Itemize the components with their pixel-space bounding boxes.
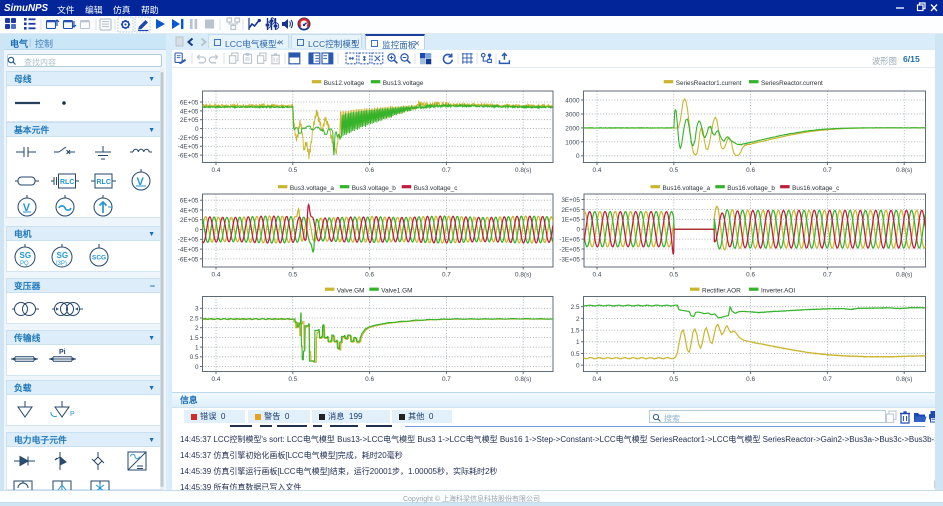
svg-text:Bus16.voltage_a: Bus16.voltage_a	[663, 185, 711, 192]
svg-text:2.5: 2.5	[571, 304, 580, 311]
svg-text:0.4: 0.4	[593, 167, 602, 174]
svg-text:Bus13.voltage: Bus13.voltage	[383, 80, 424, 87]
svg-text:Valve.GM: Valve.GM	[337, 288, 365, 295]
svg-text:-2E+05: -2E+05	[178, 135, 199, 142]
svg-text:0.7: 0.7	[442, 376, 451, 383]
svg-text:Bus16.voltage_c: Bus16.voltage_c	[792, 185, 840, 192]
svg-text:3: 3	[195, 306, 199, 313]
svg-text:6E+05: 6E+05	[180, 99, 199, 106]
svg-text:0: 0	[195, 126, 199, 133]
svg-text:SeriesReactor1.current: SeriesReactor1.current	[676, 80, 742, 87]
svg-text:4E+05: 4E+05	[180, 207, 199, 214]
svg-text:1E+05: 1E+05	[561, 217, 580, 224]
svg-text:0.4: 0.4	[212, 167, 221, 174]
svg-text:0.6: 0.6	[365, 167, 374, 174]
svg-text:0.6: 0.6	[746, 167, 755, 174]
svg-text:0.8(s): 0.8(s)	[515, 272, 531, 279]
svg-text:0.5: 0.5	[669, 376, 678, 383]
svg-text:Bus16.voltage_b: Bus16.voltage_b	[727, 185, 775, 192]
svg-text:Rectifier.AOR: Rectifier.AOR	[702, 288, 741, 295]
svg-text:-4E+05: -4E+05	[178, 247, 199, 254]
svg-text:0.4: 0.4	[212, 376, 221, 383]
svg-text:0.6: 0.6	[365, 376, 374, 383]
svg-text:0.6: 0.6	[365, 272, 374, 279]
svg-text:0.5: 0.5	[288, 167, 297, 174]
svg-text:1.5: 1.5	[571, 328, 580, 335]
svg-text:2E+05: 2E+05	[561, 207, 580, 214]
svg-text:-6E+05: -6E+05	[178, 256, 199, 263]
svg-text:0.4: 0.4	[593, 376, 602, 383]
svg-text:4000: 4000	[565, 97, 580, 104]
svg-text:0.8(s): 0.8(s)	[896, 272, 912, 279]
svg-text:0.5: 0.5	[571, 351, 580, 358]
svg-text:0: 0	[576, 153, 580, 160]
svg-text:2000: 2000	[565, 125, 580, 132]
svg-text:Bus12.voltage: Bus12.voltage	[324, 80, 365, 87]
svg-text:-6E+05: -6E+05	[178, 153, 199, 160]
svg-text:-4E+05: -4E+05	[178, 144, 199, 151]
svg-text:0.7: 0.7	[442, 167, 451, 174]
svg-text:2: 2	[195, 325, 199, 332]
svg-text:0.8(s): 0.8(s)	[515, 167, 531, 174]
svg-text:2E+05: 2E+05	[180, 117, 199, 124]
svg-text:2: 2	[576, 316, 580, 323]
svg-text:0.7: 0.7	[823, 272, 832, 279]
svg-text:4E+05: 4E+05	[180, 108, 199, 115]
svg-text:0.6: 0.6	[746, 376, 755, 383]
svg-text:0.5: 0.5	[669, 167, 678, 174]
svg-text:-2E+05: -2E+05	[559, 246, 580, 253]
svg-text:3E+05: 3E+05	[561, 197, 580, 204]
svg-text:3000: 3000	[565, 111, 580, 118]
svg-text:Inverter.AOI: Inverter.AOI	[761, 288, 795, 295]
svg-text:0.5: 0.5	[288, 376, 297, 383]
svg-text:0.5: 0.5	[190, 354, 199, 361]
svg-text:Valve1.GM: Valve1.GM	[381, 288, 412, 295]
svg-text:0.8(s): 0.8(s)	[515, 376, 531, 383]
svg-text:SeriesReactor.current: SeriesReactor.current	[761, 80, 823, 87]
svg-text:0.4: 0.4	[212, 272, 221, 279]
svg-text:1.5: 1.5	[190, 335, 199, 342]
svg-text:Bus3.voltage_c: Bus3.voltage_c	[414, 185, 459, 192]
svg-text:0.5: 0.5	[669, 272, 678, 279]
svg-text:Bus3.voltage_b: Bus3.voltage_b	[352, 185, 397, 192]
svg-text:0.5: 0.5	[288, 272, 297, 279]
svg-text:Bus3.voltage_a: Bus3.voltage_a	[290, 185, 335, 192]
svg-text:2.5: 2.5	[190, 315, 199, 322]
svg-text:-2E+05: -2E+05	[178, 237, 199, 244]
svg-text:1: 1	[576, 339, 580, 346]
svg-text:1: 1	[195, 345, 199, 352]
svg-text:0: 0	[195, 227, 199, 234]
svg-text:P: P	[70, 411, 75, 418]
svg-text:-1E+05: -1E+05	[559, 237, 580, 244]
svg-text:0.6: 0.6	[746, 272, 755, 279]
svg-text:0: 0	[195, 364, 199, 371]
svg-text:0.8(s): 0.8(s)	[896, 167, 912, 174]
svg-text:0.7: 0.7	[823, 167, 832, 174]
svg-text:1000: 1000	[565, 139, 580, 146]
svg-text:-3E+05: -3E+05	[559, 256, 580, 263]
svg-text:6E+05: 6E+05	[180, 198, 199, 205]
svg-text:0.8(s): 0.8(s)	[896, 376, 912, 383]
svg-text:0: 0	[576, 363, 580, 370]
svg-text:0.7: 0.7	[442, 272, 451, 279]
svg-text:2E+05: 2E+05	[180, 217, 199, 224]
svg-text:0.4: 0.4	[593, 272, 602, 279]
svg-text:0.7: 0.7	[823, 376, 832, 383]
svg-text:0: 0	[576, 227, 580, 234]
